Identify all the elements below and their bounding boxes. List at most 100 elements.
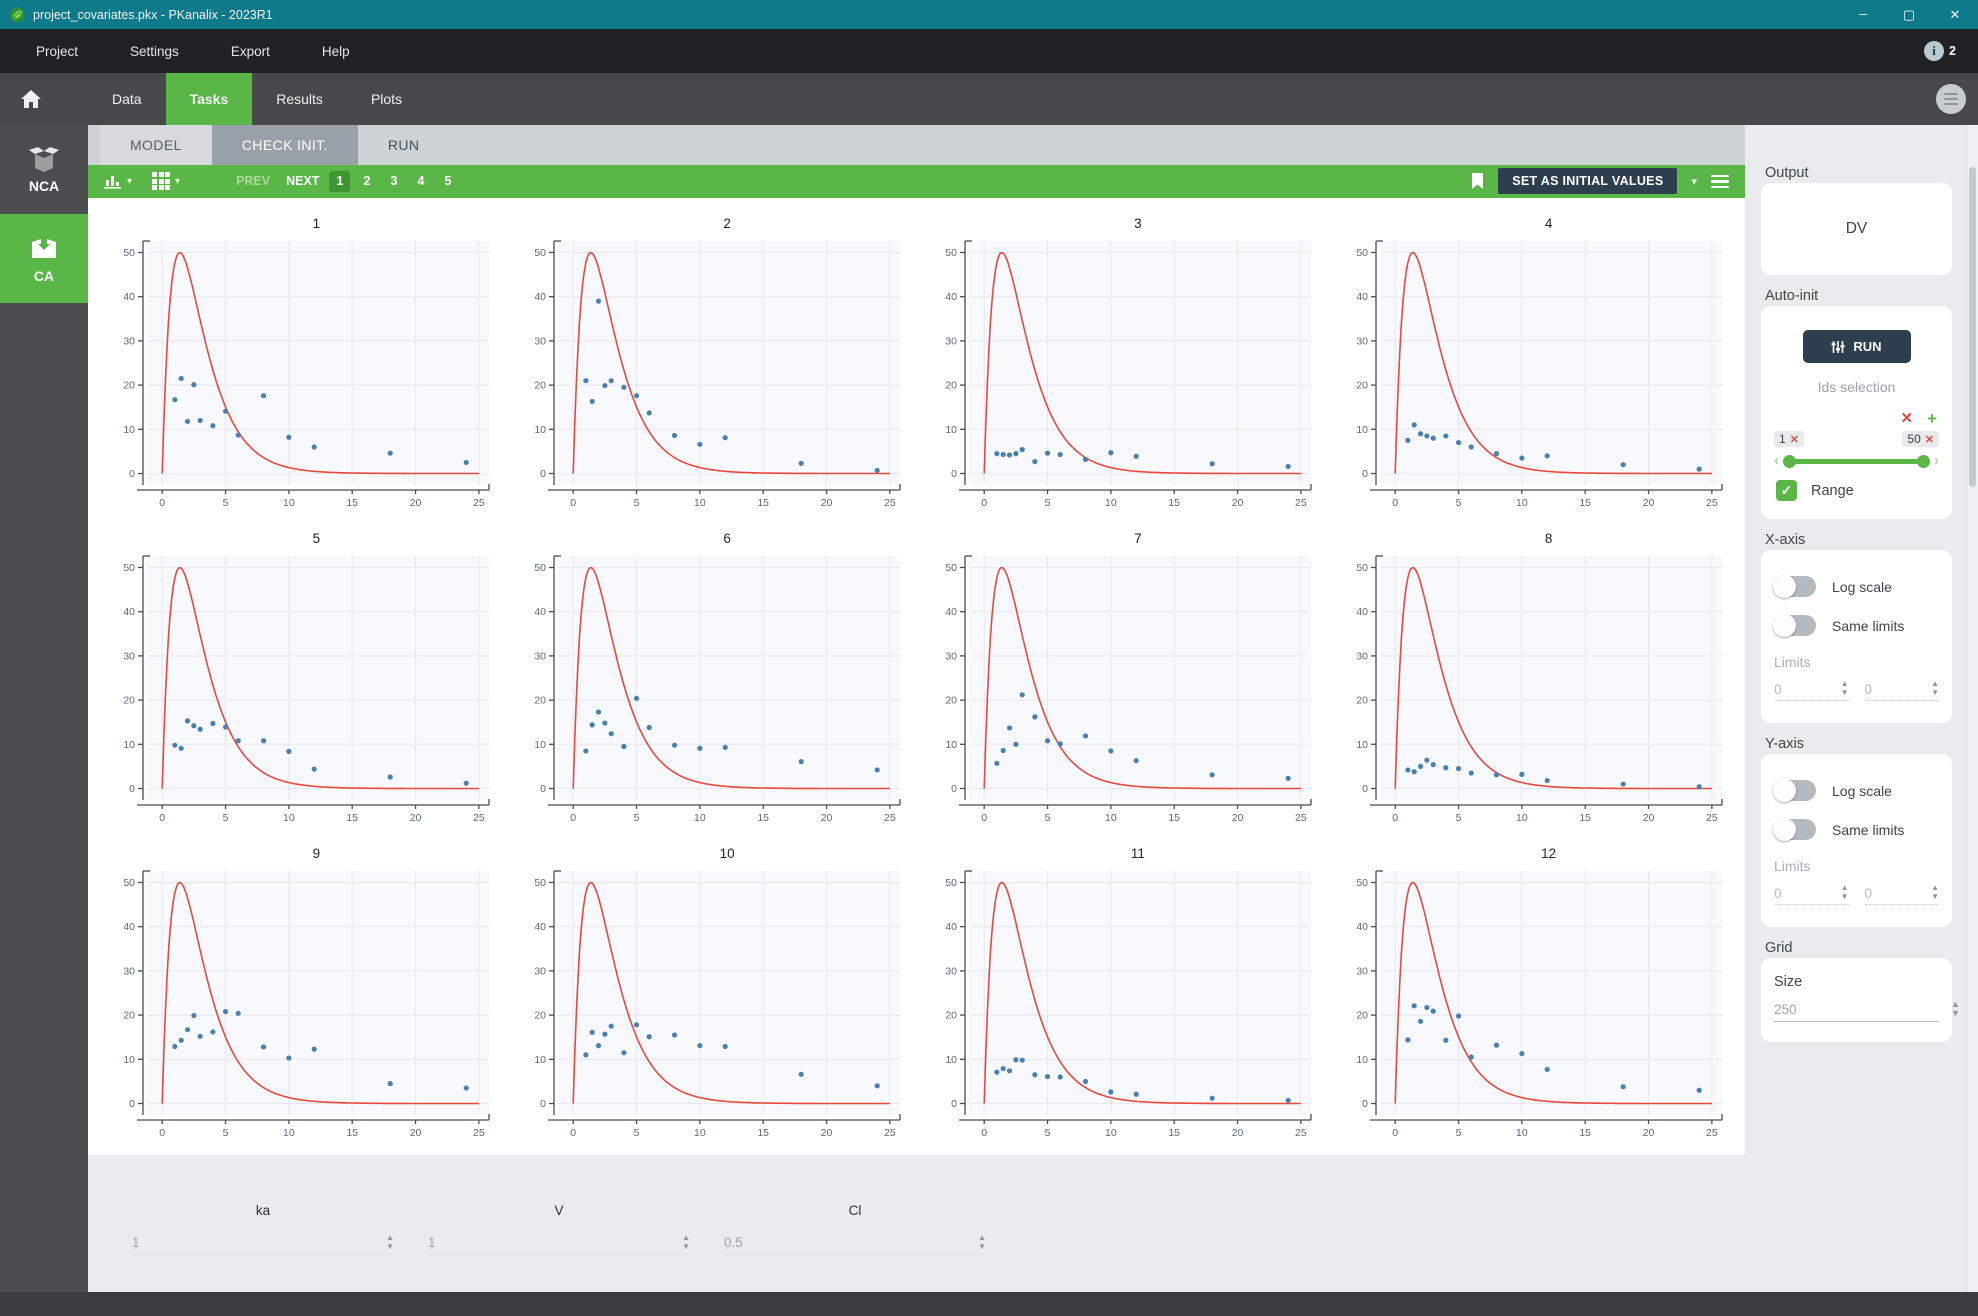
stepper-arrows-icon[interactable]: ▲▼ bbox=[682, 1234, 690, 1251]
concentration-time-plot: 010203040500510152025 bbox=[1344, 233, 1736, 515]
param-ka-input[interactable] bbox=[132, 1235, 386, 1250]
concentration-time-plot: 010203040500510152025 bbox=[933, 233, 1325, 515]
y-same-limits-toggle[interactable] bbox=[1774, 819, 1816, 840]
stepper-arrows-icon[interactable]: ▲▼ bbox=[1931, 884, 1939, 901]
clear-ids-icon[interactable]: ✕ bbox=[1900, 409, 1913, 429]
close-icon[interactable]: ✕ bbox=[1932, 0, 1978, 29]
sidebar-item-ca[interactable]: CA bbox=[0, 214, 88, 303]
hamburger-menu-icon[interactable] bbox=[1711, 175, 1729, 189]
stepper-arrows-icon[interactable]: ▲▼ bbox=[1951, 1000, 1960, 1017]
subject-plot[interactable]: 9010203040500510152025 bbox=[102, 840, 513, 1155]
menu-project[interactable]: Project bbox=[0, 29, 104, 73]
ids-range-slider[interactable] bbox=[1783, 454, 1930, 468]
page-button-4[interactable]: 4 bbox=[410, 171, 431, 192]
tab-plots[interactable]: Plots bbox=[347, 73, 426, 125]
sliders-icon bbox=[1831, 340, 1845, 354]
menu-export[interactable]: Export bbox=[205, 29, 296, 73]
next-page-button[interactable]: NEXT bbox=[286, 174, 319, 188]
home-icon[interactable] bbox=[20, 89, 42, 109]
info-icon[interactable]: i bbox=[1924, 41, 1944, 61]
subject-plot[interactable]: 6010203040500510152025 bbox=[513, 525, 924, 840]
tab-data[interactable]: Data bbox=[88, 73, 166, 125]
stepper-arrows-icon[interactable]: ▲▼ bbox=[1841, 884, 1849, 901]
grid-layout-icon[interactable] bbox=[152, 172, 170, 190]
subtab-check-init[interactable]: CHECK INIT. bbox=[212, 125, 358, 165]
y-log-scale-toggle[interactable] bbox=[1774, 780, 1816, 801]
set-initial-caret-icon[interactable]: ▾ bbox=[1691, 175, 1697, 188]
set-as-initial-values-button[interactable]: SET AS INITIAL VALUES bbox=[1498, 168, 1677, 194]
y-limit-min-input[interactable] bbox=[1774, 886, 1841, 901]
svg-text:0: 0 bbox=[540, 1098, 546, 1110]
minimize-icon[interactable]: ─ bbox=[1840, 0, 1886, 29]
tab-results[interactable]: Results bbox=[252, 73, 347, 125]
svg-text:25: 25 bbox=[473, 1127, 485, 1139]
range-checkbox[interactable]: ✓ bbox=[1776, 480, 1797, 501]
remove-min-icon[interactable]: ✕ bbox=[1790, 433, 1799, 446]
page-button-3[interactable]: 3 bbox=[383, 171, 404, 192]
remove-max-icon[interactable]: ✕ bbox=[1925, 433, 1934, 446]
svg-text:5: 5 bbox=[1455, 497, 1461, 509]
x-limit-max-input[interactable] bbox=[1865, 682, 1932, 697]
panel-scrollbar[interactable] bbox=[1966, 125, 1978, 1292]
ids-selection-label: Ids selection bbox=[1774, 379, 1939, 395]
subtab-model[interactable]: MODEL bbox=[100, 125, 212, 165]
svg-text:20: 20 bbox=[1232, 1127, 1244, 1139]
slider-handle-max[interactable] bbox=[1917, 455, 1930, 468]
add-ids-icon[interactable]: + bbox=[1927, 409, 1937, 429]
stepper-arrows-icon[interactable]: ▲▼ bbox=[1841, 680, 1849, 697]
stepper-arrows-icon[interactable]: ▲▼ bbox=[1931, 680, 1939, 697]
subject-plot[interactable]: 3010203040500510152025 bbox=[924, 210, 1335, 525]
subject-plot[interactable]: 5010203040500510152025 bbox=[102, 525, 513, 840]
chart-type-icon[interactable] bbox=[104, 174, 122, 189]
svg-text:50: 50 bbox=[124, 877, 136, 889]
x-same-limits-toggle[interactable] bbox=[1774, 615, 1816, 636]
slider-right-chevron-icon[interactable]: › bbox=[1934, 453, 1939, 468]
subject-plot[interactable]: 8010203040500510152025 bbox=[1334, 525, 1745, 840]
x-limit-min-input[interactable] bbox=[1774, 682, 1841, 697]
tab-tasks[interactable]: Tasks bbox=[166, 73, 253, 125]
subject-plot[interactable]: 12010203040500510152025 bbox=[1334, 840, 1745, 1155]
message-icon[interactable] bbox=[1936, 84, 1966, 114]
subject-plot[interactable]: 2010203040500510152025 bbox=[513, 210, 924, 525]
subject-plot[interactable]: 7010203040500510152025 bbox=[924, 525, 1335, 840]
svg-text:10: 10 bbox=[1356, 424, 1368, 436]
page-button-2[interactable]: 2 bbox=[356, 171, 377, 192]
x-log-scale-toggle[interactable] bbox=[1774, 576, 1816, 597]
sidebar-item-nca[interactable]: NCA bbox=[0, 125, 88, 214]
page-button-1[interactable]: 1 bbox=[329, 171, 350, 192]
svg-text:50: 50 bbox=[945, 247, 957, 259]
prev-page-button[interactable]: PREV bbox=[236, 174, 270, 188]
menu-settings[interactable]: Settings bbox=[104, 29, 205, 73]
subtab-run[interactable]: RUN bbox=[358, 125, 450, 165]
svg-text:40: 40 bbox=[534, 291, 546, 303]
subject-plot[interactable]: 11010203040500510152025 bbox=[924, 840, 1335, 1155]
auto-init-run-button[interactable]: RUN bbox=[1803, 330, 1911, 363]
maximize-icon[interactable]: ▢ bbox=[1886, 0, 1932, 29]
grid-layout-caret-icon[interactable]: ▾ bbox=[175, 176, 180, 187]
chart-type-caret-icon[interactable]: ▾ bbox=[127, 176, 132, 187]
page-button-5[interactable]: 5 bbox=[437, 171, 458, 192]
menu-help[interactable]: Help bbox=[296, 29, 376, 73]
slider-left-chevron-icon[interactable]: ‹ bbox=[1774, 453, 1779, 468]
subject-plot[interactable]: 1010203040500510152025 bbox=[102, 210, 513, 525]
y-limit-max-input[interactable] bbox=[1865, 886, 1932, 901]
scrollbar-thumb[interactable] bbox=[1969, 167, 1976, 487]
svg-text:40: 40 bbox=[945, 921, 957, 933]
svg-text:10: 10 bbox=[1105, 812, 1117, 824]
stepper-arrows-icon[interactable]: ▲▼ bbox=[978, 1234, 986, 1251]
grid-size-input[interactable] bbox=[1774, 1002, 1951, 1017]
svg-text:30: 30 bbox=[1356, 650, 1368, 662]
slider-handle-min[interactable] bbox=[1783, 455, 1796, 468]
svg-text:15: 15 bbox=[757, 812, 769, 824]
stepper-arrows-icon[interactable]: ▲▼ bbox=[386, 1234, 394, 1251]
svg-text:5: 5 bbox=[223, 812, 229, 824]
param-cl-input[interactable] bbox=[724, 1235, 978, 1250]
param-v-input[interactable] bbox=[428, 1235, 682, 1250]
svg-text:5: 5 bbox=[634, 812, 640, 824]
bookmark-icon[interactable] bbox=[1471, 173, 1484, 189]
svg-text:25: 25 bbox=[1706, 812, 1718, 824]
svg-text:20: 20 bbox=[945, 1009, 957, 1021]
subject-plot[interactable]: 4010203040500510152025 bbox=[1334, 210, 1745, 525]
svg-text:20: 20 bbox=[1232, 812, 1244, 824]
subject-plot[interactable]: 10010203040500510152025 bbox=[513, 840, 924, 1155]
